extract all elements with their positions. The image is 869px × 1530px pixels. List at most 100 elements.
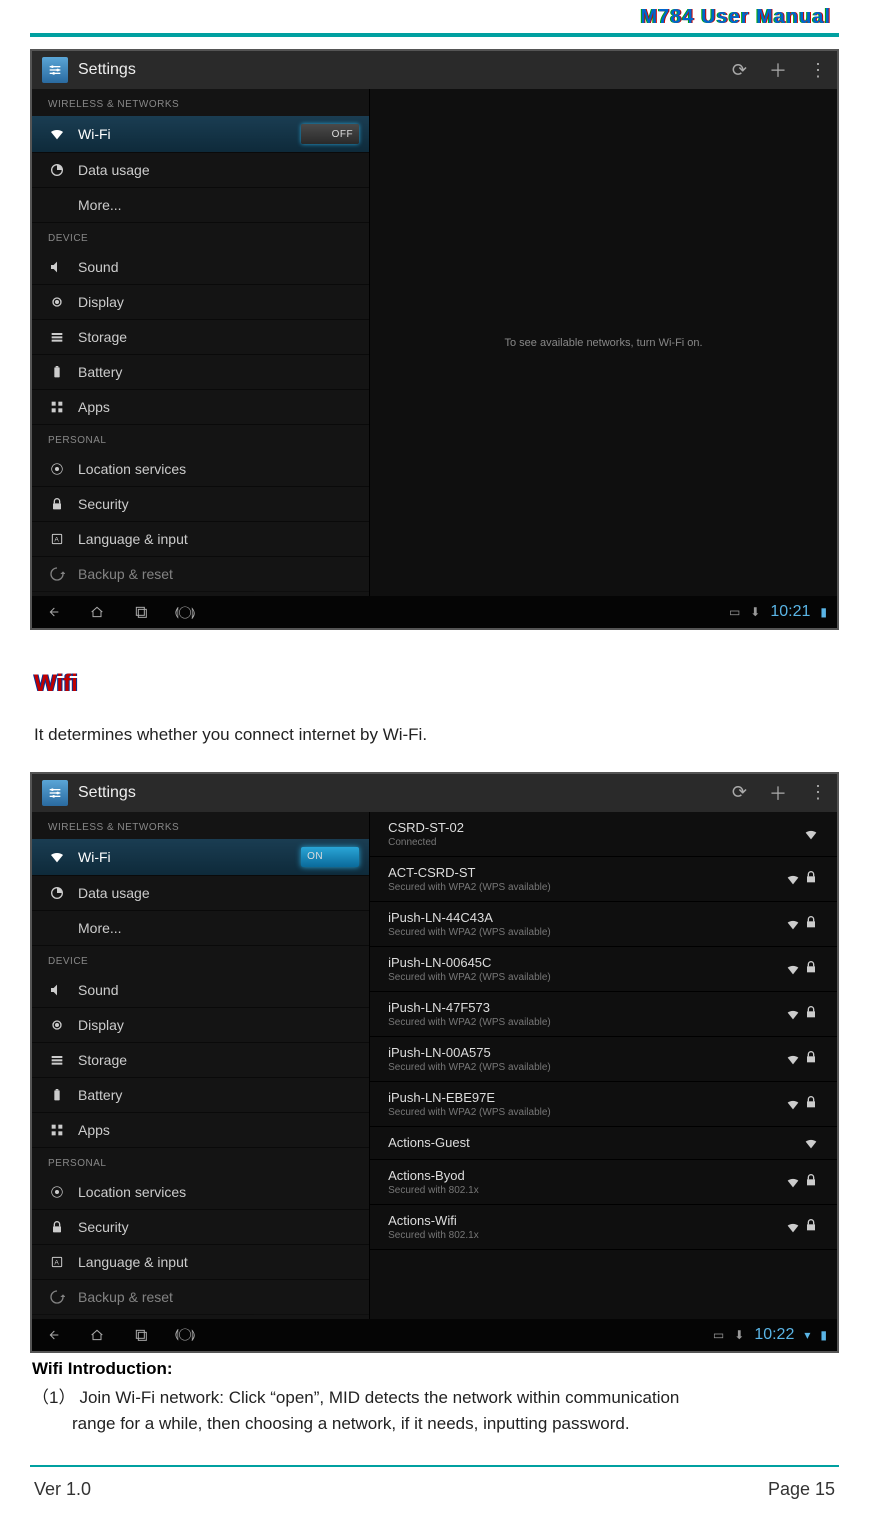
sidebar-item-backup[interactable]: Backup & reset xyxy=(32,557,369,592)
location-icon xyxy=(48,460,66,478)
sound-icon xyxy=(48,258,66,276)
settings-sidebar: WIRELESS & NETWORKS Wi-Fi ON Data usage … xyxy=(32,812,370,1319)
footer-page: Page 15 xyxy=(768,1479,835,1500)
back-button[interactable] xyxy=(42,1326,64,1344)
sidebar-item-apps[interactable]: Apps xyxy=(32,1113,369,1148)
sidebar-item-more[interactable]: More... xyxy=(32,188,369,223)
sidebar-item-battery[interactable]: Battery xyxy=(32,1078,369,1113)
apps-icon xyxy=(48,398,66,416)
screenshot-button[interactable]: ⟬◯⟭ xyxy=(174,1326,196,1344)
wifi-network-list: CSRD-ST-02ConnectedACT-CSRD-STSecured wi… xyxy=(370,812,837,1319)
language-icon: A xyxy=(48,1253,66,1271)
wifi-signal-icon xyxy=(785,1049,819,1068)
location-icon xyxy=(48,1183,66,1201)
sidebar-item-location[interactable]: Location services xyxy=(32,452,369,487)
sidebar-item-wifi[interactable]: Wi-Fi OFF xyxy=(32,116,369,153)
add-icon[interactable]: ＋ xyxy=(769,780,787,806)
home-button[interactable] xyxy=(86,1326,108,1344)
sidebar-item-sound[interactable]: Sound xyxy=(32,973,369,1008)
sidebar-item-location[interactable]: Location services xyxy=(32,1175,369,1210)
wifi-ssid: Actions-Guest xyxy=(388,1135,470,1150)
wifi-icon xyxy=(48,848,66,866)
add-icon[interactable]: ＋ xyxy=(769,57,787,83)
display-icon xyxy=(48,1016,66,1034)
wifi-signal-icon xyxy=(785,1217,819,1236)
wifi-toggle-off[interactable]: OFF xyxy=(301,124,359,144)
backup-icon xyxy=(48,565,66,583)
footer-version: Ver 1.0 xyxy=(34,1479,91,1500)
section-wireless: WIRELESS & NETWORKS xyxy=(32,812,369,839)
system-nav-bar: ⟬◯⟭ ▭ ⬇ 10:22 ▾ ▮ xyxy=(32,1319,837,1351)
wifi-network-row[interactable]: Actions-WifiSecured with 802.1x xyxy=(370,1205,837,1250)
wifi-network-row[interactable]: ACT-CSRD-STSecured with WPA2 (WPS availa… xyxy=(370,857,837,902)
section-device: DEVICE xyxy=(32,946,369,973)
sidebar-item-language[interactable]: ALanguage & input xyxy=(32,522,369,557)
blank-icon xyxy=(48,919,66,937)
settings-sidebar: WIRELESS & NETWORKS Wi-Fi OFF Data usage… xyxy=(32,89,370,596)
wifi-ssid: Actions-Byod xyxy=(388,1168,479,1183)
sidebar-item-storage[interactable]: Storage xyxy=(32,320,369,355)
wifi-network-row[interactable]: Actions-ByodSecured with 802.1x xyxy=(370,1160,837,1205)
wifi-network-row[interactable]: iPush-LN-47F573Secured with WPA2 (WPS av… xyxy=(370,992,837,1037)
wifi-security-text: Secured with WPA2 (WPS available) xyxy=(388,972,551,983)
data-usage-icon xyxy=(48,884,66,902)
app-title: Settings xyxy=(78,784,136,802)
wifi-off-hint: To see available networks, turn Wi-Fi on… xyxy=(370,89,837,596)
sidebar-item-security[interactable]: Security xyxy=(32,1210,369,1245)
sidebar-battery-label: Battery xyxy=(78,364,359,380)
sidebar-item-wifi[interactable]: Wi-Fi ON xyxy=(32,839,369,876)
sidebar-item-more[interactable]: More... xyxy=(32,911,369,946)
sidebar-item-display[interactable]: Display xyxy=(32,285,369,320)
settings-icon xyxy=(42,780,68,806)
sidebar-item-battery[interactable]: Battery xyxy=(32,355,369,390)
footer-divider xyxy=(30,1465,839,1467)
wifi-network-row[interactable]: iPush-LN-00645CSecured with WPA2 (WPS av… xyxy=(370,947,837,992)
recent-apps-button[interactable] xyxy=(130,1326,152,1344)
clock-text: 10:21 xyxy=(770,603,810,621)
sidebar-wifi-label: Wi-Fi xyxy=(78,849,301,865)
screenshot-button[interactable]: ⟬◯⟭ xyxy=(174,603,196,621)
refresh-icon[interactable]: ⟳ xyxy=(732,60,747,81)
home-button[interactable] xyxy=(86,603,108,621)
wifi-network-row[interactable]: iPush-LN-00A575Secured with WPA2 (WPS av… xyxy=(370,1037,837,1082)
sidebar-item-storage[interactable]: Storage xyxy=(32,1043,369,1078)
sidebar-item-backup[interactable]: Backup & reset xyxy=(32,1280,369,1315)
sound-icon xyxy=(48,981,66,999)
sidebar-item-sound[interactable]: Sound xyxy=(32,250,369,285)
sidebar-item-security[interactable]: Security xyxy=(32,487,369,522)
clock-text: 10:22 xyxy=(754,1326,794,1344)
header-divider xyxy=(30,33,839,37)
sidebar-item-display[interactable]: Display xyxy=(32,1008,369,1043)
sidebar-language-label: Language & input xyxy=(78,531,359,547)
sidebar-item-language[interactable]: A Language & input xyxy=(32,1245,369,1280)
sidebar-data-label: Data usage xyxy=(78,162,359,178)
backup-icon xyxy=(48,1288,66,1306)
wifi-lock-icon xyxy=(803,959,819,978)
sidebar-item-apps[interactable]: Apps xyxy=(32,390,369,425)
sidebar-item-data-usage[interactable]: Data usage xyxy=(32,153,369,188)
wifi-network-row[interactable]: Actions-Guest xyxy=(370,1127,837,1160)
lock-icon xyxy=(48,1218,66,1236)
overflow-menu-icon[interactable]: ⋮ xyxy=(809,782,827,803)
intro-item-number: （1） xyxy=(32,1388,75,1407)
refresh-icon[interactable]: ⟳ xyxy=(732,782,747,803)
sidebar-backup-label: Backup & reset xyxy=(78,1289,359,1305)
wifi-security-text: Secured with WPA2 (WPS available) xyxy=(388,1107,551,1118)
wifi-ssid: iPush-LN-00A575 xyxy=(388,1045,551,1060)
blank-icon xyxy=(48,196,66,214)
recent-apps-button[interactable] xyxy=(130,603,152,621)
lock-icon xyxy=(48,495,66,513)
sidebar-item-data-usage[interactable]: Data usage xyxy=(32,876,369,911)
wifi-toggle-on[interactable]: ON xyxy=(301,847,359,867)
wifi-network-row[interactable]: iPush-LN-EBE97ESecured with WPA2 (WPS av… xyxy=(370,1082,837,1127)
wifi-network-row[interactable]: CSRD-ST-02Connected xyxy=(370,812,837,857)
wifi-security-text: Secured with WPA2 (WPS available) xyxy=(388,927,551,938)
wifi-network-row[interactable]: iPush-LN-44C43ASecured with WPA2 (WPS av… xyxy=(370,902,837,947)
back-button[interactable] xyxy=(42,603,64,621)
data-usage-icon xyxy=(48,161,66,179)
overflow-menu-icon[interactable]: ⋮ xyxy=(809,60,827,81)
section-title-wifi: Wifi xyxy=(34,670,839,698)
download-icon: ⬇ xyxy=(750,605,760,619)
sidebar-language-label: Language & input xyxy=(78,1254,359,1270)
sidebar-display-label: Display xyxy=(78,1017,359,1033)
